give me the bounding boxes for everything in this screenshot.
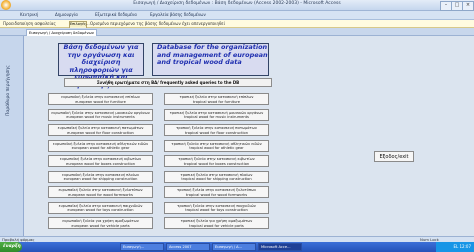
tropical-wood-query-button-8[interactable]: τροπική ξυλεία στην κατασκευή παιχνιδιών… [164, 201, 269, 214]
exit-button[interactable]: Εξοδος/exit [374, 151, 414, 162]
european-wood-query-button-4[interactable]: ευρωπαϊκή ξυλεία στην κατασκευή αθλητικώ… [48, 139, 153, 152]
ribbon-tab-external-data[interactable]: Εξωτερικά δεδομένα [95, 12, 137, 17]
document-tabs: Εισαγωγή / Διαχείριση δεδομένων [0, 28, 474, 37]
european-wood-query-button-5[interactable]: ευρωπαϊκή ξυλεία στην κατασκευή κιβωτίων… [48, 155, 153, 167]
taskbar-item-3[interactable]: Εισαγωγή / Δ... [212, 243, 256, 251]
ribbon-tab-database-tools[interactable]: Εργαλεία βάσης δεδομένων [150, 12, 206, 17]
european-wood-query-button-3[interactable]: ευρωπαϊκή ξυλεία στην κατασκευή πατωμάτω… [48, 124, 153, 136]
window-title: Εισαγωγή / Διαχείριση δεδομένων : Βάση δ… [133, 1, 341, 6]
tropical-wood-query-button-4[interactable]: τροπική ξυλεία στην κατασκευή αθλητικών … [164, 139, 269, 152]
start-button[interactable]: έναρξη [0, 242, 22, 252]
tropical-wood-query-button-3[interactable]: τροπική ξυλεία στην κατασκευή πατωμάτων … [164, 124, 269, 136]
european-wood-query-button-2[interactable]: ευρωπαϊκή ξυλεία στην κατασκευή μουσικών… [48, 108, 153, 121]
tropical-wood-query-button-9[interactable]: τροπική ξυλεία για χρήση αμαξωμάτων trop… [164, 217, 269, 229]
faq-heading: Συνήθη ερωτήματα στη ΒΔ/ frequently aske… [64, 78, 272, 87]
ribbon-tab-create[interactable]: Δημιουργία [55, 12, 78, 17]
european-wood-query-button-8[interactable]: ευρωπαϊκή ξυλεία στην κατασκευή παιχνιδι… [48, 201, 153, 214]
tropical-wood-query-button-7[interactable]: τροπική ξυλεία στην κατασκευή ξυλοτύπων … [164, 186, 269, 198]
system-tray-clock: EL 12:07 [436, 242, 474, 252]
taskbar-item-1[interactable]: Εισαγωγή... [120, 243, 164, 251]
european-wood-query-button-9[interactable]: ευρωπαϊκή ξυλεία για χρήση αμαξωμάτων eu… [48, 217, 153, 229]
tropical-wood-query-button-1[interactable]: τροπική ξυλεία στην κατασκευή επίπλων tr… [164, 93, 269, 105]
tropical-wood-query-button-5[interactable]: τροπική ξυλεία στην κατασκευή κιβωτίων t… [164, 155, 269, 167]
security-message: Ορισμένο περιεχόμενο της βάσης δεδομένων… [90, 21, 225, 26]
ribbon-tabs: Κεντρική Δημιουργία Εξωτερικά δεδομένα Ε… [0, 11, 474, 20]
ribbon-tab-home[interactable]: Κεντρική [20, 12, 38, 17]
navigation-pane-label: Παράθυρο περιήγησης [6, 65, 11, 116]
taskbar-item-2[interactable]: Access 2007 [166, 243, 210, 251]
tropical-wood-query-button-6[interactable]: τροπική ξυλεία στην κατασκευή πλοίων tro… [164, 170, 269, 183]
header-english: Database for the organization and manage… [152, 43, 269, 76]
european-wood-query-button-1[interactable]: ευρωπαϊκή ξυλεία στην κατασκευή επίπλων … [48, 93, 153, 105]
navigation-pane[interactable]: Παράθυρο περιήγησης [0, 36, 24, 236]
tropical-wood-query-button-2[interactable]: τροπική ξυλεία στην κατασκευή μουσικών ο… [164, 108, 269, 121]
european-wood-query-button-7[interactable]: ευρωπαϊκή ξυλεία στην κατασκευή ξυλοτύπω… [48, 186, 153, 198]
title-bar: Εισαγωγή / Διαχείριση δεδομένων : Βάση δ… [0, 0, 474, 11]
taskbar-item-4[interactable]: Microsoft Acce... [258, 243, 302, 251]
close-button[interactable]: × [462, 1, 474, 11]
taskbar: έναρξη Εισαγωγή... Access 2007 Εισαγωγή … [0, 242, 474, 252]
security-label: Προειδοποίηση ασφαλείας [3, 21, 56, 26]
header-greek: Βάση δεδομένων για την οργάνωση και διαχ… [58, 43, 144, 88]
european-wood-query-button-6[interactable]: ευρωπαϊκή ξυλεία στην κατασκευή πλοίων e… [48, 170, 153, 183]
main-form: Βάση δεδομένων για την οργάνωση και διαχ… [24, 36, 474, 236]
security-warning-bar: Προειδοποίηση ασφαλείας Επιλογές... Ορισ… [0, 20, 474, 29]
